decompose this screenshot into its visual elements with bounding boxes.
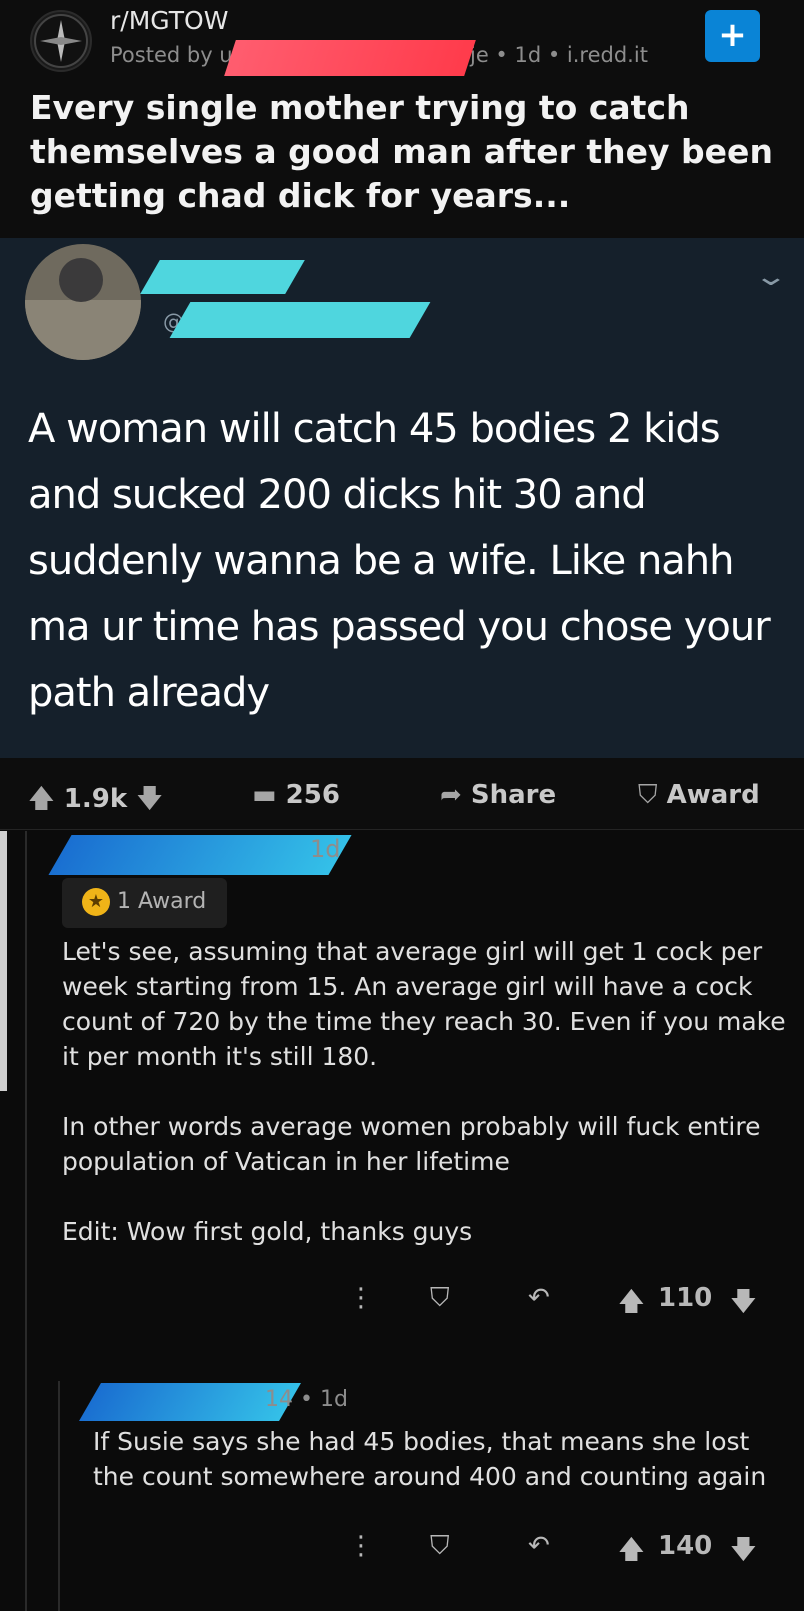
upvote-icon[interactable]: 🡅 [618,1531,645,1575]
scroll-indicator [0,831,7,1091]
comment-body: Let's see, assuming that average girl wi… [62,934,792,1284]
award-icon: ⛉ [638,780,658,810]
subreddit-logo-icon [34,14,88,68]
comment-thread: 1d ★ 1 Award Let's see, assuming that av… [0,831,804,1611]
downvote-icon[interactable]: 🡇 [730,1283,757,1327]
post-meta: Posted by u je • 1d • i.redd.it [110,43,648,67]
reply-actions: ⋮ ⛉ ↶ 🡅 140 🡇 [340,1531,780,1571]
share-label: Share [470,780,557,810]
comment-icon: ▬ [252,780,277,810]
tweet-screenshot[interactable]: @ ⌄ A woman will catch 45 bodies 2 kids … [0,238,804,758]
tweet-text: A woman will catch 45 bodies 2 kids and … [28,406,771,716]
award-count-label: 1 Award [117,889,207,914]
award-badge[interactable]: ★ 1 Award [62,878,227,928]
reply-icon[interactable]: ↶ [528,1531,550,1561]
avatar-head [59,258,103,302]
reply-vote-count: 140 [658,1531,713,1561]
upvote-icon[interactable]: 🡅 [28,784,55,814]
tweet-handle-redaction [169,302,431,338]
reply-thread-line[interactable] [58,1381,60,1611]
comment-vote-count: 110 [658,1283,713,1313]
username-redaction [224,40,476,76]
subreddit-name[interactable]: r/MGTOW [110,6,228,35]
award-label: Award [666,780,760,810]
avatar-fence [25,300,141,360]
comment-paragraph: Edit: Wow first gold, thanks guys [62,1217,473,1246]
post-header: r/MGTOW Posted by u je • 1d • i.redd.it … [0,0,804,238]
join-button[interactable]: + [705,10,760,62]
more-options-icon[interactable]: ⋮ [348,1283,374,1313]
reply-meta: 14 • 1d [265,1387,348,1412]
award-outline-icon[interactable]: ⛉ [430,1531,450,1562]
award-button[interactable]: ⛉ Award [638,780,760,811]
comments-button[interactable]: ▬ 256 [252,780,340,810]
share-arrow-icon: ➦ [440,780,462,810]
comment-paragraph: In other words average women probably wi… [62,1112,761,1176]
comment-count: 256 [285,780,340,810]
gold-award-icon: ★ [82,888,110,916]
post-age-domain: je • 1d • i.redd.it [470,43,648,67]
post-action-bar: 🡅 1.9k 🡇 ▬ 256 ➦ Share ⛉ Award [0,758,804,830]
downvote-icon[interactable]: 🡇 [136,784,163,814]
tweet-avatar [25,244,141,360]
thread-line[interactable] [25,831,27,1611]
chevron-down-icon: ⌄ [753,262,789,292]
vote-group: 🡅 1.9k 🡇 [28,780,163,824]
upvote-count: 1.9k [63,784,128,814]
post-title[interactable]: Every single mother trying to catch them… [30,86,790,218]
tweet-name-redaction [140,260,305,294]
comment-paragraph: Let's see, assuming that average girl wi… [62,937,786,1071]
award-outline-icon[interactable]: ⛉ [430,1283,450,1314]
posted-by-label[interactable]: Posted by u [110,43,233,67]
subreddit-avatar[interactable] [30,10,92,72]
comment-username-redaction [48,835,352,875]
share-button[interactable]: ➦ Share [440,780,556,810]
upvote-icon[interactable]: 🡅 [618,1283,645,1327]
reply-icon[interactable]: ↶ [528,1283,550,1313]
downvote-icon[interactable]: 🡇 [730,1531,757,1575]
more-options-icon[interactable]: ⋮ [348,1531,374,1561]
comment-actions: ⋮ ⛉ ↶ 🡅 110 🡇 [340,1283,780,1323]
comment-age: 1d [310,835,341,863]
reply-body: If Susie says she had 45 bodies, that me… [93,1427,767,1491]
